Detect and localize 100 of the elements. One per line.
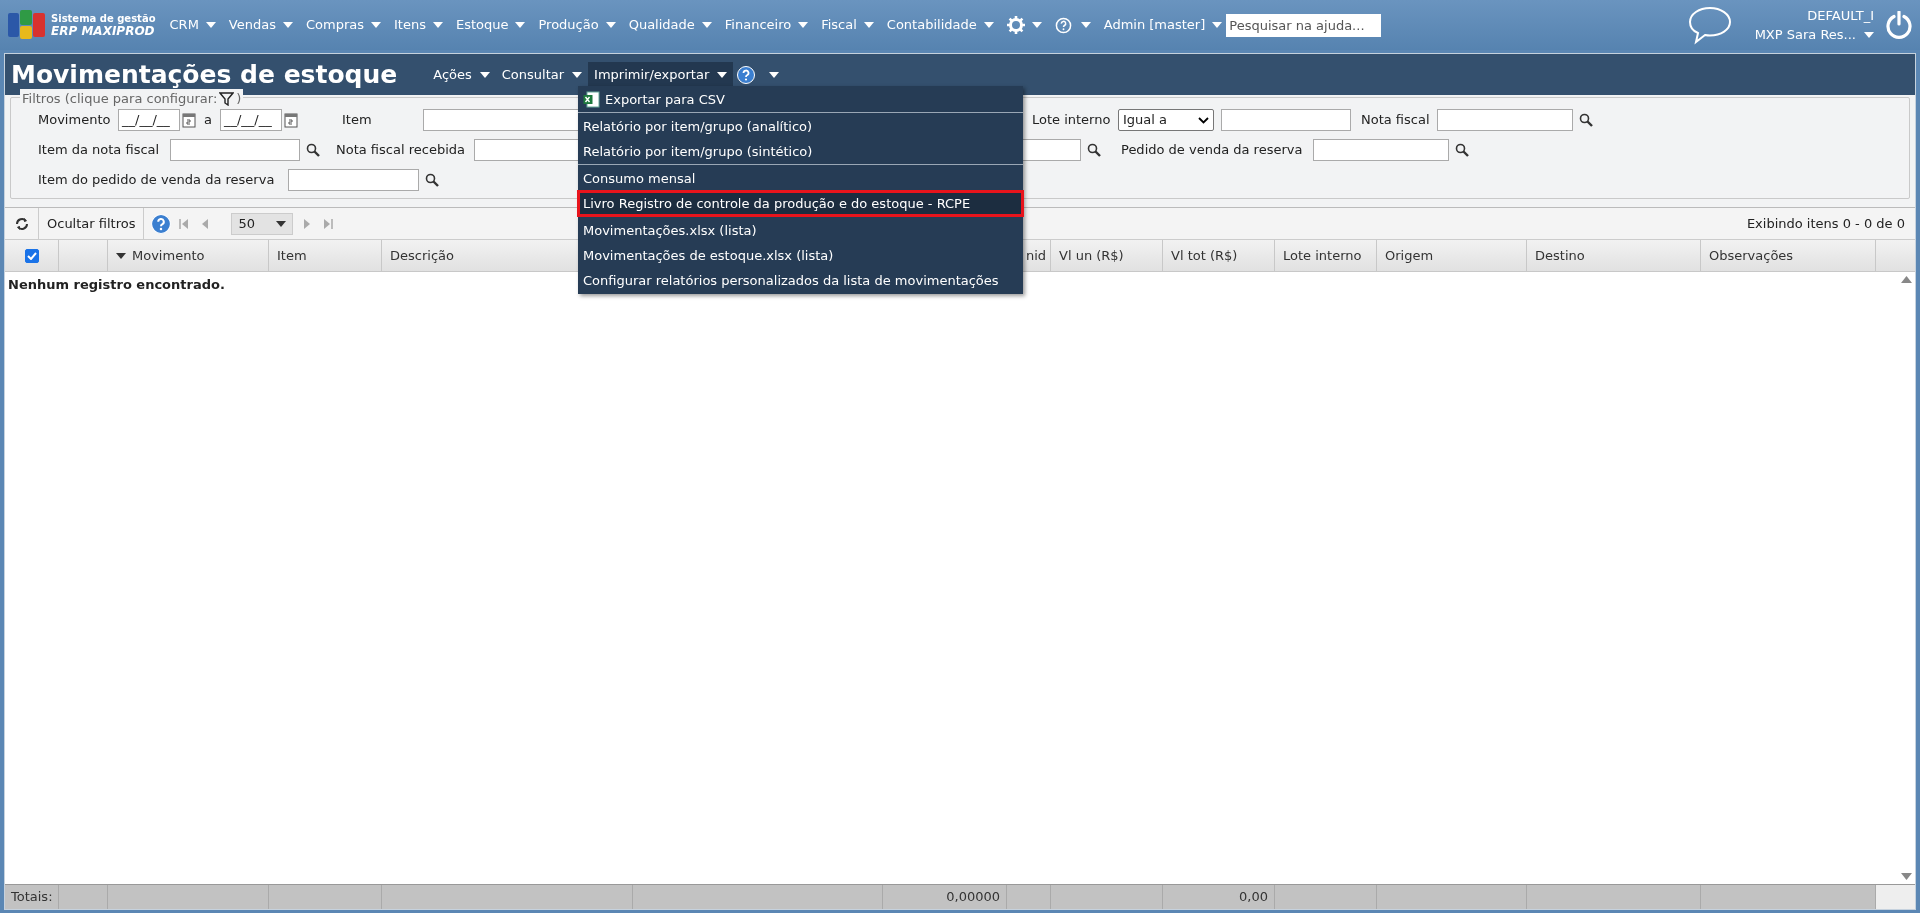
caret-icon (983, 22, 994, 28)
nav-menu[interactable]: Contabilidade (886, 15, 994, 35)
caret-icon (1031, 22, 1042, 28)
help-icon[interactable] (737, 65, 756, 84)
column-header[interactable]: Vl un (R$) (1051, 240, 1163, 271)
filter-icon[interactable] (219, 91, 235, 106)
search-icon[interactable] (1455, 143, 1469, 157)
help-menu[interactable] (1054, 16, 1091, 34)
help-icon[interactable] (151, 213, 172, 234)
calendar-icon[interactable] (283, 112, 298, 128)
action-menu[interactable]: Imprimir/exportar (588, 61, 734, 88)
check-icon (26, 251, 37, 260)
input-field[interactable] (170, 139, 300, 161)
field-label: Item (341, 111, 373, 130)
action-menu[interactable]: Ações (427, 61, 496, 88)
nav-menu[interactable]: Estoque (455, 15, 526, 35)
column-header[interactable]: Destino (1527, 240, 1701, 271)
filters-legend[interactable]: Filtros (clique para configurar: (22, 89, 218, 109)
column-header[interactable]: Lote interno (1275, 240, 1377, 271)
search-icon[interactable] (1578, 113, 1593, 127)
search-icon[interactable] (1087, 143, 1101, 157)
hide-filters-button[interactable]: Ocultar filtros (39, 208, 145, 239)
input-field[interactable] (288, 169, 419, 191)
caret-icon (605, 22, 616, 28)
total-cell: Totais: (5, 885, 59, 909)
pagination-status: Exibindo itens 0 - 0 de 0 (1746, 214, 1905, 233)
field-label: Nota fiscal recebida (336, 141, 466, 160)
input-field[interactable] (1313, 139, 1449, 161)
calendar-icon[interactable] (182, 112, 196, 128)
scroll-down-icon[interactable] (1901, 873, 1912, 880)
caret-icon (282, 22, 293, 28)
spreadsheet-icon (583, 91, 600, 108)
field-label: Pedido de venda da reserva (1121, 141, 1304, 160)
field-label: Item da nota fiscal (38, 141, 161, 160)
menu-item[interactable]: Relatório por item/grupo (analítico) (578, 114, 1023, 139)
page-title: Movimentações de estoque (11, 58, 398, 91)
chevron-icon (1197, 116, 1209, 124)
column-header[interactable]: Origem (1377, 240, 1527, 271)
settings-icon (1006, 16, 1025, 34)
refresh-icon (13, 216, 30, 231)
column-header[interactable]: Observações (1701, 240, 1876, 271)
company-menu[interactable]: MXP Sara Res... (1754, 25, 1874, 44)
caret-icon (371, 22, 381, 28)
user-menu[interactable]: Admin [master] (1103, 15, 1223, 35)
caret-icon (432, 22, 443, 28)
menu-item[interactable]: Consumo mensal (578, 166, 1023, 191)
last-page-icon[interactable] (323, 218, 334, 229)
chat-icon[interactable] (1686, 5, 1733, 45)
nav-menu[interactable]: CRM (169, 15, 216, 35)
caret-icon (276, 220, 287, 227)
previous-page-icon[interactable] (201, 218, 210, 229)
help-search-field[interactable]: Pesquisar na ajuda... (1226, 13, 1382, 37)
next-page-icon[interactable] (303, 218, 312, 229)
settings-menu[interactable] (1006, 16, 1042, 34)
caret-icon (1864, 31, 1874, 38)
search-icon[interactable] (306, 143, 320, 157)
logo-title: ERP MAXIPROD (51, 25, 156, 38)
nav-menu[interactable]: Produção (538, 15, 616, 35)
input-field[interactable] (1220, 109, 1351, 131)
logo-icon (8, 10, 46, 40)
search-icon[interactable] (425, 173, 439, 187)
nav-menu[interactable]: Financeiro (724, 15, 809, 35)
empty-message: Nenhum registro encontrado. (8, 277, 225, 292)
caret-icon (1080, 22, 1091, 28)
caret-icon (769, 71, 780, 78)
filters-legend-end: ) (236, 90, 242, 108)
operator-select[interactable]: Igual a (1117, 109, 1214, 131)
nav-menu[interactable]: Qualidade (628, 15, 712, 35)
range-separator: a (204, 111, 212, 130)
total-cell: 0,00 (1163, 885, 1275, 909)
logo-subtitle: Sistema de gestão (51, 12, 156, 25)
date-field[interactable]: __/__/__ (118, 109, 180, 131)
nav-menu[interactable]: Vendas (228, 15, 293, 35)
caret-icon (1212, 22, 1223, 28)
date-field[interactable]: __/__/__ (219, 109, 282, 131)
nav-menu[interactable]: Fiscal (821, 15, 874, 35)
caret-icon (798, 22, 809, 28)
power-icon[interactable] (1886, 11, 1912, 39)
first-page-icon[interactable] (179, 218, 190, 229)
scrollbar-corner (1876, 885, 1915, 909)
total-cell: 0,00000 (883, 885, 1007, 909)
action-menu[interactable]: Consultar (495, 61, 589, 88)
column-header[interactable]: Item (269, 240, 382, 271)
field-label: Movimento (38, 111, 112, 130)
column-header[interactable]: Vl tot (R$) (1163, 240, 1275, 271)
scroll-up-icon[interactable] (1901, 276, 1912, 283)
select-all-checkbox[interactable] (24, 248, 39, 263)
input-field[interactable] (1436, 109, 1573, 131)
nav-menu[interactable]: Compras (305, 15, 381, 35)
caret-icon (515, 22, 526, 28)
company-code: DEFAULT_I (1807, 7, 1874, 25)
caret-icon (863, 22, 874, 28)
column-header[interactable]: Movimento (108, 240, 269, 271)
menu-item[interactable]: Movimentações.xlsx (lista) (578, 218, 1023, 243)
menu-item[interactable]: Configurar relatórios personalizados da lista de movimentações (578, 268, 1023, 293)
menu-item[interactable]: Relatório por item/grupo (sintético) (578, 139, 1023, 164)
menu-item[interactable]: Livro Registro de controle da produção e do estoque - RCPE (578, 191, 1023, 216)
page-size-select[interactable]: 50 (231, 212, 294, 235)
menu-item[interactable]: Exportar para CSV (578, 87, 1023, 112)
nav-menu[interactable]: Itens (394, 15, 443, 35)
